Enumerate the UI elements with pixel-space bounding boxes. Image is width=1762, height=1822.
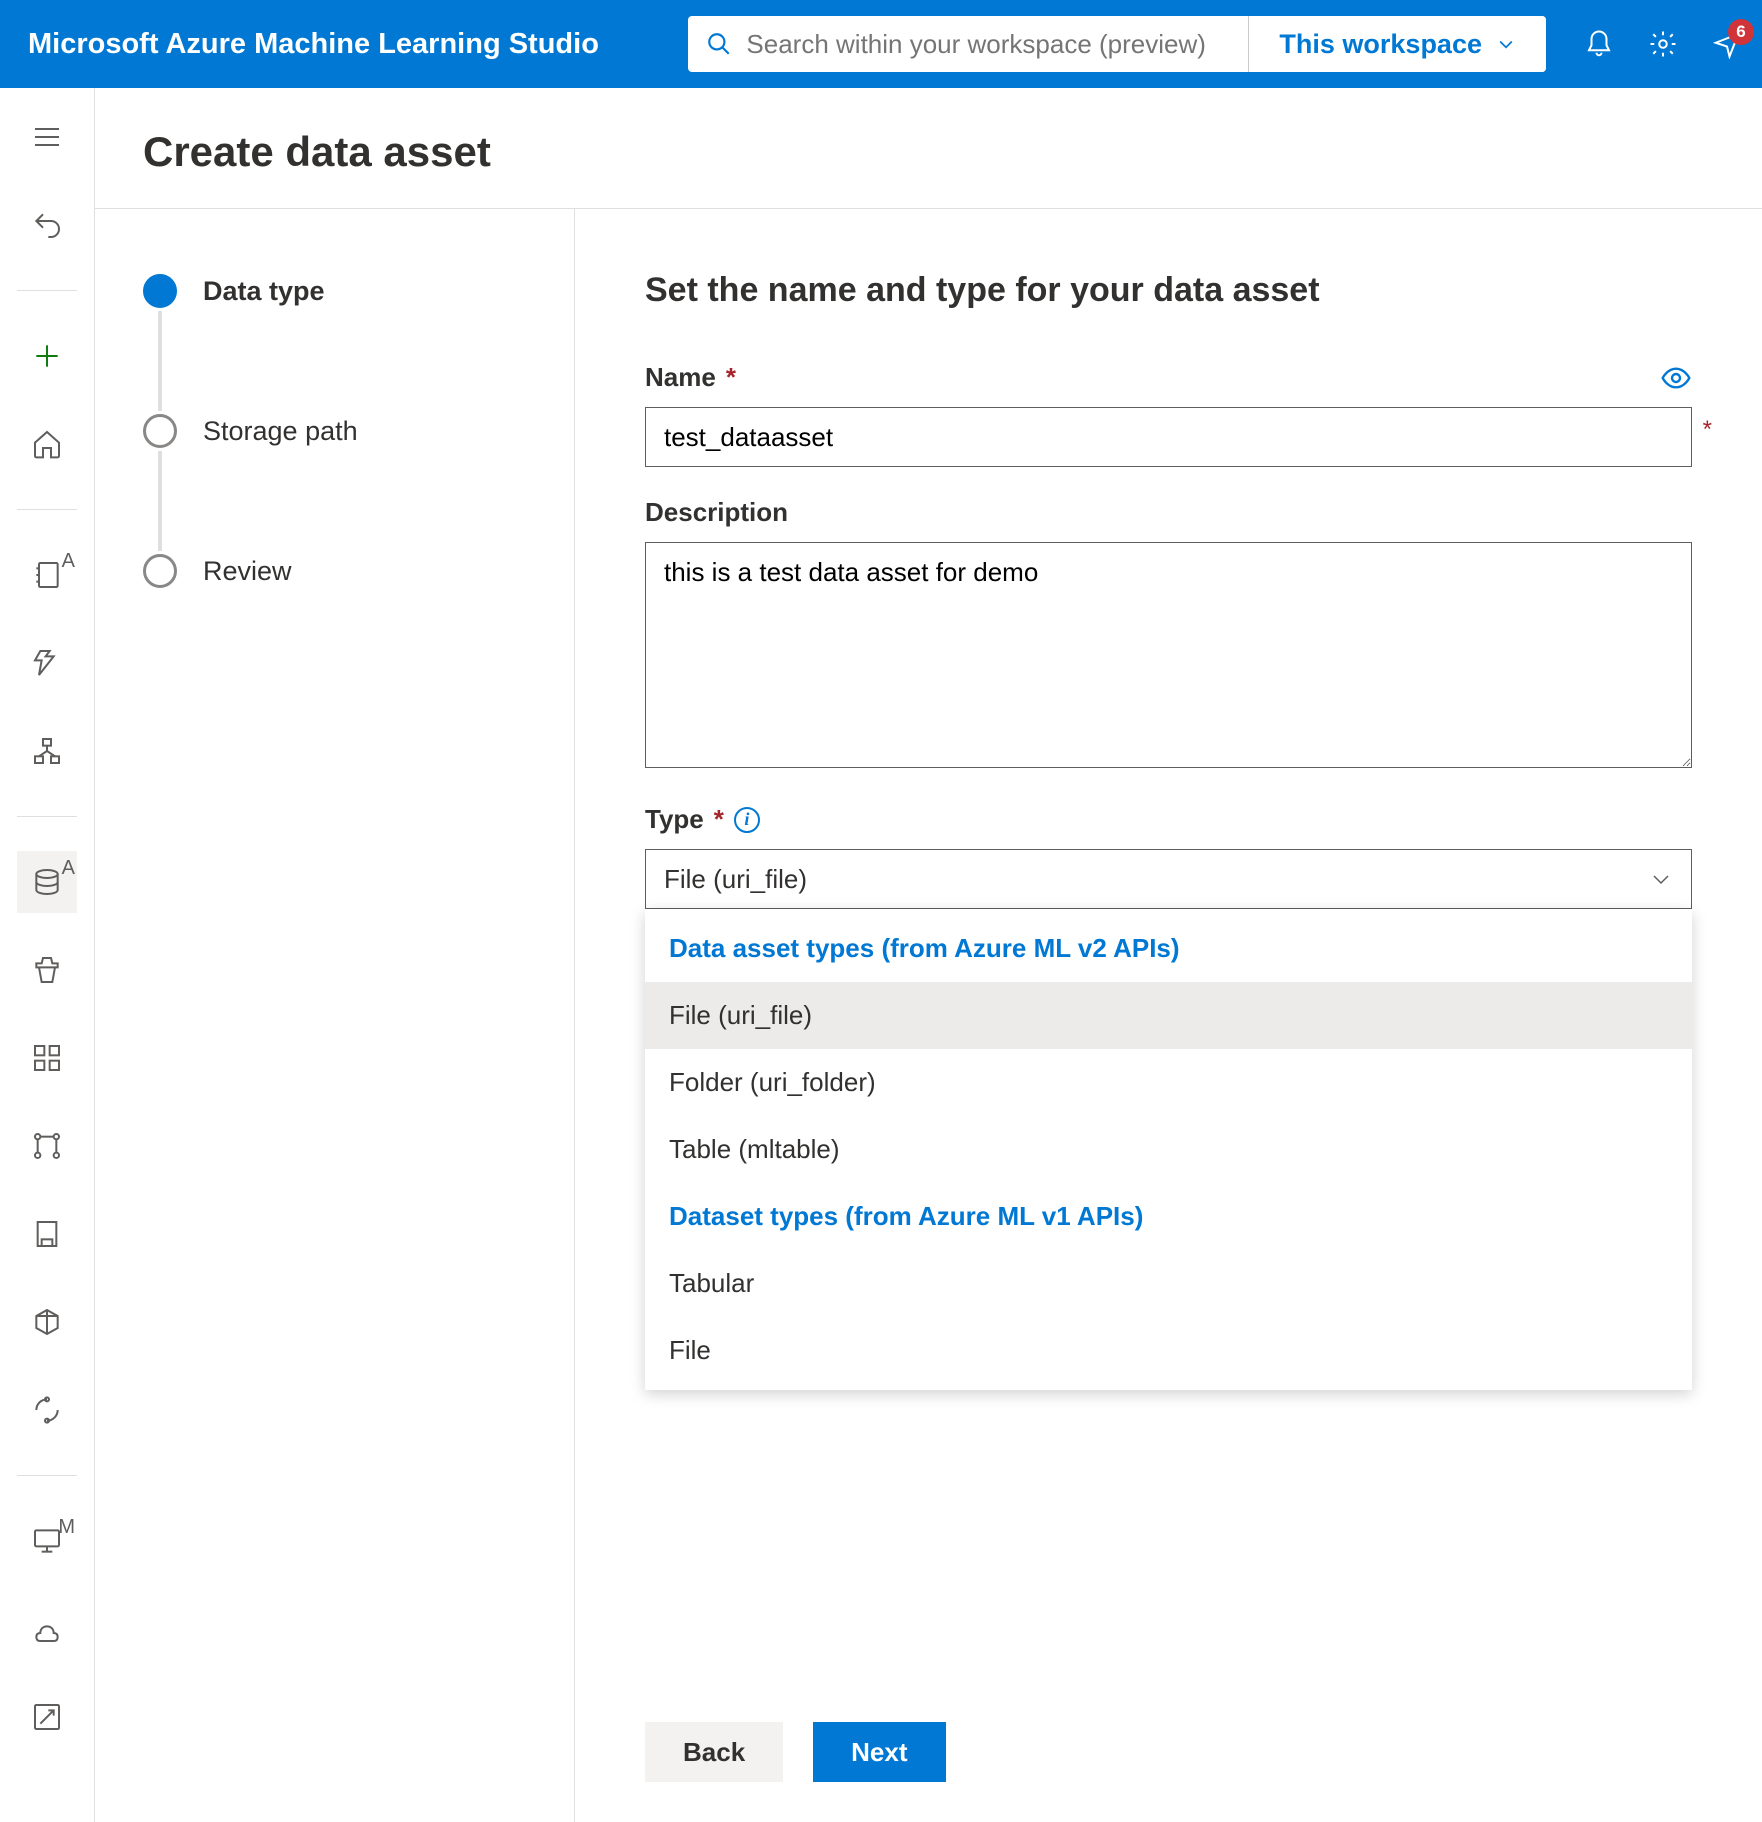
info-icon[interactable]: i [734,807,760,833]
page-title: Create data asset [143,128,1714,176]
dropdown-group-header: Data asset types (from Azure ML v2 APIs) [645,915,1692,982]
step-dot-icon [143,554,177,588]
type-dropdown: Data asset types (from Azure ML v2 APIs)… [645,909,1692,1390]
topbar: Microsoft Azure Machine Learning Studio … [0,0,1762,88]
notifications-icon[interactable] [1584,29,1614,59]
description-field: Description [645,497,1692,774]
nav-add-icon[interactable] [17,325,77,387]
dropdown-option-uri-folder[interactable]: Folder (uri_folder) [645,1049,1692,1116]
form-heading: Set the name and type for your data asse… [645,271,1692,310]
nav-notebooks-icon[interactable]: A [17,544,77,606]
step-data-type[interactable]: Data type [143,271,526,311]
preview-icon[interactable] [1660,362,1692,400]
feedback-icon[interactable]: 6 [1712,29,1742,59]
type-label: Type [645,804,704,835]
step-label: Review [203,556,292,587]
nav-pipelines-icon[interactable] [17,1115,77,1177]
page-header: Create data asset [95,88,1762,209]
name-label: Name [645,362,716,393]
description-label: Description [645,497,788,528]
workspace-scope-button[interactable]: This workspace [1248,16,1546,72]
description-input[interactable] [645,542,1692,768]
nav-automl-icon[interactable] [17,632,77,694]
type-selected-value: File (uri_file) [664,864,807,895]
step-dot-icon [143,414,177,448]
dropdown-option-tabular[interactable]: Tabular [645,1250,1692,1317]
back-button[interactable]: Back [645,1722,783,1782]
notification-badge: 6 [1728,19,1754,45]
main-content: Create data asset Data type Storage path… [95,88,1762,1822]
nav-components-icon[interactable] [17,1027,77,1089]
form-area: Set the name and type for your data asse… [575,209,1762,1822]
nav-endpoints-icon[interactable] [17,1379,77,1441]
chevron-down-icon [1649,867,1673,891]
step-label: Storage path [203,416,358,447]
next-button[interactable]: Next [813,1722,945,1782]
nav-home-icon[interactable] [17,413,77,475]
search-input[interactable] [746,29,1230,60]
step-connector [158,451,162,551]
step-dot-icon [143,274,177,308]
dropdown-group-header: Dataset types (from Azure ML v1 APIs) [645,1183,1692,1250]
step-connector [158,311,162,411]
step-label: Data type [203,276,325,307]
required-indicator-outer: * [1703,416,1712,444]
workspace-scope-label: This workspace [1279,29,1482,60]
wizard-steps: Data type Storage path Review [95,209,575,1822]
nav-jobs-icon[interactable] [17,939,77,1001]
nav-menu-icon[interactable] [17,106,77,168]
search-icon [706,31,732,57]
step-review[interactable]: Review [143,551,526,591]
nav-data-icon[interactable]: A [17,851,77,913]
nav-environments-icon[interactable] [17,1203,77,1265]
search-container: This workspace [688,16,1546,72]
nav-compute-icon[interactable]: M [17,1510,77,1572]
required-indicator: * [714,804,724,835]
name-field: Name * * [645,362,1692,467]
dropdown-option-uri-file[interactable]: File (uri_file) [645,982,1692,1049]
nav-linked-icon[interactable] [17,1686,77,1748]
chevron-down-icon [1496,34,1516,54]
nav-datastores-icon[interactable] [17,1598,77,1660]
required-indicator: * [726,362,736,393]
type-select[interactable]: File (uri_file) [645,849,1692,909]
nav-designer-icon[interactable] [17,720,77,782]
step-storage-path[interactable]: Storage path [143,411,526,451]
type-field: Type * i File (uri_file) Data asset type… [645,804,1692,909]
name-input[interactable] [645,407,1692,467]
nav-models-icon[interactable] [17,1291,77,1353]
settings-icon[interactable] [1648,29,1678,59]
nav-back-icon[interactable] [17,194,77,256]
dropdown-option-mltable[interactable]: Table (mltable) [645,1116,1692,1183]
left-nav: A A M [0,88,95,1822]
dropdown-option-file[interactable]: File [645,1317,1692,1384]
app-title: Microsoft Azure Machine Learning Studio [20,28,599,61]
wizard-footer: Back Next [645,1682,1692,1782]
